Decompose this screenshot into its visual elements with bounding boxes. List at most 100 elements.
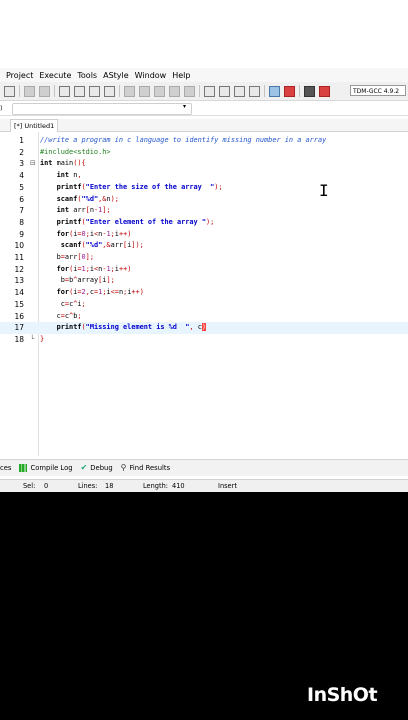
- ide-screen: Project Execute Tools AStyle Window Help: [0, 0, 408, 492]
- menu-project[interactable]: Project: [6, 71, 33, 80]
- code-line[interactable]: 11 b=arr[0];: [0, 252, 408, 264]
- undo-icon[interactable]: [24, 85, 35, 97]
- code-text: scanf("%d",&arr[i]);: [60, 241, 144, 250]
- tab-resources[interactable]: ces: [0, 464, 11, 472]
- code-line[interactable]: 10 scanf("%d",&arr[i]);: [0, 240, 408, 252]
- code-line[interactable]: 1 //write a program in c language to iden…: [0, 135, 408, 147]
- line-number: 17: [14, 323, 24, 333]
- search-icon: ⚲: [120, 463, 127, 472]
- line-number: 11: [14, 253, 24, 262]
- print-icon[interactable]: [4, 85, 15, 97]
- code-line[interactable]: 7 int arr[n-1];: [0, 205, 408, 217]
- tab-find-results-label: Find Results: [129, 464, 171, 472]
- text-cursor-icon: I: [319, 181, 329, 200]
- tab-debug[interactable]: ✔ Debug: [81, 464, 113, 473]
- line-number: 12: [14, 264, 24, 274]
- line-number: 9: [19, 229, 24, 239]
- toolbar-separator: [199, 85, 200, 97]
- code-line[interactable]: 15 c=c^i;: [0, 299, 408, 311]
- code-line[interactable]: 8 printf("Enter element of the array ");: [0, 217, 408, 229]
- code-line[interactable]: 14 for(i=2,c=1;i<=n;i++): [0, 287, 408, 299]
- code-text: c=c^i;: [40, 299, 86, 308]
- line-number: 6: [19, 194, 24, 204]
- line-number: 10: [14, 241, 24, 251]
- redo-icon[interactable]: [39, 85, 50, 97]
- toolbar-separator: [264, 85, 265, 97]
- line-number: 13: [14, 276, 24, 286]
- code-text: printf("Enter element of the array ");: [56, 217, 215, 226]
- code-text: c=c^b;: [40, 311, 82, 320]
- bookmark-icon[interactable]: [104, 85, 115, 97]
- goto-icon[interactable]: [89, 85, 100, 97]
- bottom-panel-tabs: ces Compile Log ✔ Debug ⚲ Find Results: [0, 459, 408, 476]
- code-line[interactable]: 3 ⊟ int main(){: [0, 158, 408, 170]
- editor-tab-bar: [*] Untitled1: [0, 119, 408, 132]
- code-text: }: [40, 334, 45, 343]
- back-icon[interactable]: [124, 85, 135, 97]
- chevron-down-icon[interactable]: ▾: [183, 103, 186, 110]
- status-length-label: Length:: [143, 482, 168, 490]
- line-number: 14: [14, 288, 24, 298]
- menu-help[interactable]: Help: [172, 71, 190, 80]
- code-line[interactable]: 12 for(i=1;i<n-1;i++): [0, 264, 408, 276]
- indent-icon[interactable]: [154, 85, 165, 97]
- code-text: for(i=1;i<n-1;i++): [56, 264, 132, 273]
- stop-icon[interactable]: [284, 85, 295, 97]
- window-icon[interactable]: [219, 85, 230, 97]
- menu-execute[interactable]: Execute: [39, 71, 71, 80]
- toolbar-separator: [299, 85, 300, 97]
- tab-find-results[interactable]: ⚲ Find Results: [120, 463, 171, 473]
- code-text: int main(){: [40, 159, 86, 168]
- code-text: int n,: [56, 171, 82, 180]
- line-number: 2: [19, 147, 24, 157]
- code-text: printf("Missing element is %d ", c): [56, 323, 207, 332]
- compiler-select[interactable]: TDM-GCC 4.9.2: [350, 85, 406, 96]
- toggle-comment-icon[interactable]: [184, 85, 195, 97]
- forward-icon[interactable]: [139, 85, 150, 97]
- line-number: 18: [14, 334, 24, 344]
- menu-tools[interactable]: Tools: [77, 71, 97, 80]
- code-line[interactable]: 17 printf("Missing element is %d ", c): [0, 322, 408, 334]
- line-number: 1: [19, 136, 24, 145]
- tab-compile-log[interactable]: Compile Log: [19, 464, 73, 472]
- line-number: 8: [19, 217, 24, 227]
- code-line[interactable]: 9 for(i=0;i<n-1;i++): [0, 229, 408, 241]
- menu-window[interactable]: Window: [135, 71, 167, 80]
- replace-icon[interactable]: [74, 85, 85, 97]
- check-syntax-icon[interactable]: [269, 85, 280, 97]
- menu-astyle[interactable]: AStyle: [103, 71, 129, 80]
- code-editor[interactable]: 1 //write a program in c language to iden…: [0, 132, 408, 456]
- code-text: #include<stdio.h>: [40, 147, 111, 156]
- class-browser-row: ) ▾: [0, 101, 408, 116]
- line-number: 15: [14, 299, 24, 309]
- status-mode: Insert: [218, 482, 237, 490]
- code-line[interactable]: 5 printf("Enter the size of the array ")…: [0, 182, 408, 194]
- code-text: for(i=2,c=1;i<=n;i++): [56, 288, 144, 297]
- unindent-icon[interactable]: [169, 85, 180, 97]
- fold-minus-icon[interactable]: ⊟: [30, 158, 36, 170]
- status-length-value: 410: [172, 482, 185, 490]
- chart-icon[interactable]: [304, 85, 315, 97]
- toolbar-separator: [19, 85, 20, 97]
- code-line[interactable]: 6 scanf("%d",&n);: [0, 194, 408, 206]
- code-line[interactable]: 4 int n,: [0, 170, 408, 182]
- status-bar: Sel: 0 Lines: 18 Length: 410 Insert: [0, 479, 408, 492]
- code-line[interactable]: 16 c=c^b;: [0, 311, 408, 323]
- status-sel-label: Sel:: [23, 482, 36, 490]
- panel-toggle[interactable]: ): [0, 105, 2, 112]
- bar-chart-icon: [19, 464, 28, 472]
- function-combo[interactable]: [12, 103, 192, 115]
- grid-icon[interactable]: [204, 85, 215, 97]
- full-screen-icon[interactable]: [234, 85, 245, 97]
- code-line[interactable]: 18 └}: [0, 334, 408, 346]
- tab-untitled1[interactable]: [*] Untitled1: [10, 119, 59, 132]
- code-line[interactable]: 13 b=b^array[i];: [0, 275, 408, 287]
- line-number: 5: [19, 182, 24, 192]
- tile-icon[interactable]: [249, 85, 260, 97]
- profile-icon[interactable]: [319, 85, 330, 97]
- code-text: b=b^array[i];: [40, 276, 115, 285]
- toolbar: [0, 82, 408, 101]
- code-line[interactable]: 2 #include<stdio.h>: [0, 147, 408, 159]
- find-icon[interactable]: [59, 85, 70, 97]
- line-number: 3: [19, 159, 24, 169]
